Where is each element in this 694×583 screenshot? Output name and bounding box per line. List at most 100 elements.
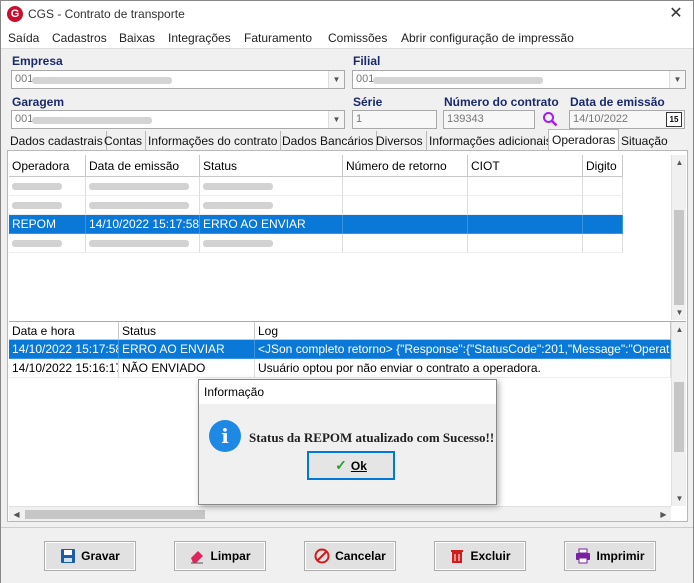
tab-contas[interactable]: Contas <box>101 131 147 150</box>
tab-informacoes-adicionais[interactable]: Informações adicionais <box>426 131 556 150</box>
empresa-redacted <box>32 77 172 84</box>
scroll-thumb[interactable] <box>674 382 684 452</box>
filial-value: 001 <box>356 73 375 85</box>
excluir-label: Excluir <box>470 549 511 563</box>
limpar-label: Limpar <box>210 549 251 563</box>
tab-diversos[interactable]: Diversos <box>373 131 427 150</box>
menu-integracoes[interactable]: Integrações <box>168 31 231 45</box>
cell-data-emissao: 14/10/2022 15:17:58 <box>86 215 200 234</box>
scroll-thumb[interactable] <box>25 510 205 519</box>
column-header-numero-retorno[interactable]: Número de retorno <box>343 155 468 177</box>
column-header-status[interactable]: Status <box>200 155 343 177</box>
gravar-label: Gravar <box>81 549 120 563</box>
empty-cell <box>343 177 468 196</box>
info-icon: i <box>209 420 241 452</box>
data-emissao-label: Data de emissão <box>570 95 665 109</box>
ok-label: Ok <box>350 459 367 473</box>
printer-icon <box>576 548 591 564</box>
filial-combo[interactable]: 001 ▼ <box>352 70 686 89</box>
main-window: G CGS - Contrato de transporte ✕ Saída C… <box>0 0 694 583</box>
chevron-down-icon[interactable]: ▼ <box>328 71 344 88</box>
redacted-cell <box>200 234 343 253</box>
menu-baixas[interactable]: Baixas <box>119 31 155 45</box>
cell-digito <box>583 215 623 234</box>
column-header-operadora[interactable]: Operadora <box>9 155 86 177</box>
redacted-cell <box>200 177 343 196</box>
menu-bar: Saída Cadastros Baixas Integrações Fatur… <box>1 27 693 49</box>
vertical-scrollbar[interactable]: ▲ ▼ <box>671 322 686 506</box>
cell-data-hora: 14/10/2022 15:17:58 <box>9 340 119 359</box>
tab-informacoes-contrato[interactable]: Informações do contrato <box>145 131 282 150</box>
scroll-up-icon[interactable]: ▲ <box>672 155 687 170</box>
cell-log: <JSon completo retorno> {"Response":{"St… <box>255 340 671 359</box>
redacted-cell <box>86 234 200 253</box>
column-header-log-status[interactable]: Status <box>119 322 255 340</box>
empresa-value: 001 <box>15 73 34 85</box>
numero-contrato-input[interactable]: 139343 <box>443 110 535 129</box>
cell-operadora: REPOM <box>9 215 86 234</box>
horizontal-scrollbar[interactable]: ◀ ▶ <box>9 506 671 521</box>
trash-icon <box>451 550 464 563</box>
cell-numero-retorno <box>343 215 468 234</box>
column-header-log[interactable]: Log <box>255 322 671 340</box>
button-bar: Gravar Limpar Cancelar Excluir Imprimir <box>1 527 693 583</box>
cancelar-button[interactable]: Cancelar <box>304 541 396 571</box>
scroll-right-icon[interactable]: ▶ <box>656 507 671 522</box>
tab-dados-bancarios[interactable]: Dados Bancários <box>279 131 378 150</box>
search-icon[interactable] <box>542 111 558 127</box>
save-icon <box>61 549 76 563</box>
garagem-combo[interactable]: 001 ▼ <box>11 110 345 129</box>
imprimir-label: Imprimir <box>596 549 645 563</box>
redacted-cell <box>86 196 200 215</box>
scroll-down-icon[interactable]: ▼ <box>672 491 687 506</box>
calendar-icon[interactable]: 15 <box>666 112 682 127</box>
cancel-icon <box>314 548 330 564</box>
empty-cell <box>583 177 623 196</box>
menu-cadastros[interactable]: Cadastros <box>52 31 107 45</box>
column-header-ciot[interactable]: CIOT <box>468 155 583 177</box>
excluir-button[interactable]: Excluir <box>434 541 526 571</box>
redacted-cell <box>9 234 86 253</box>
chevron-down-icon[interactable]: ▼ <box>328 111 344 128</box>
imprimir-button[interactable]: Imprimir <box>564 541 656 571</box>
title-bar: G CGS - Contrato de transporte ✕ <box>1 1 693 27</box>
menu-faturamento[interactable]: Faturamento <box>244 31 312 45</box>
empty-cell <box>583 234 623 253</box>
filial-label: Filial <box>353 54 381 68</box>
scroll-thumb[interactable] <box>674 210 684 305</box>
scroll-left-icon[interactable]: ◀ <box>9 507 24 522</box>
scroll-down-icon[interactable]: ▼ <box>672 305 687 320</box>
serie-input[interactable]: 1 <box>352 110 437 129</box>
ok-button[interactable]: ✓ Ok <box>307 451 395 480</box>
redacted-cell <box>200 196 343 215</box>
menu-abrir-configuracao[interactable]: Abrir configuração de impressão <box>401 31 574 45</box>
column-header-digito[interactable]: Digito <box>583 155 623 177</box>
scroll-up-icon[interactable]: ▲ <box>672 322 687 337</box>
cell-log-status: NÃO ENVIADO <box>119 359 255 378</box>
garagem-redacted <box>32 117 152 124</box>
limpar-button[interactable]: Limpar <box>174 541 266 571</box>
check-icon: ✓ <box>335 457 347 473</box>
tab-dados-cadastrais[interactable]: Dados cadastrais <box>7 131 107 150</box>
redacted-cell <box>9 177 86 196</box>
tab-situacao[interactable]: Situação <box>618 131 671 150</box>
numero-contrato-label: Número do contrato <box>444 95 559 109</box>
column-header-data-emissao[interactable]: Data de emissão <box>86 155 200 177</box>
redacted-cell <box>86 177 200 196</box>
cancelar-label: Cancelar <box>335 549 386 563</box>
dialog-message: Status da REPOM atualizado com Sucesso!! <box>249 430 495 445</box>
empty-cell <box>343 234 468 253</box>
serie-label: Série <box>353 95 383 109</box>
chevron-down-icon[interactable]: ▼ <box>669 71 685 88</box>
gravar-button[interactable]: Gravar <box>44 541 136 571</box>
empresa-combo[interactable]: 001 ▼ <box>11 70 345 89</box>
cell-data-hora: 14/10/2022 15:16:17 <box>9 359 119 378</box>
vertical-scrollbar[interactable]: ▲ ▼ <box>671 155 686 320</box>
cell-ciot <box>468 215 583 234</box>
tab-operadoras[interactable]: Operadoras <box>548 129 620 150</box>
column-header-data-hora[interactable]: Data e hora <box>9 322 119 340</box>
close-icon[interactable]: ✕ <box>664 3 688 25</box>
empty-cell <box>468 177 583 196</box>
menu-comissoes[interactable]: Comissões <box>328 31 387 45</box>
menu-saida[interactable]: Saída <box>8 31 39 45</box>
